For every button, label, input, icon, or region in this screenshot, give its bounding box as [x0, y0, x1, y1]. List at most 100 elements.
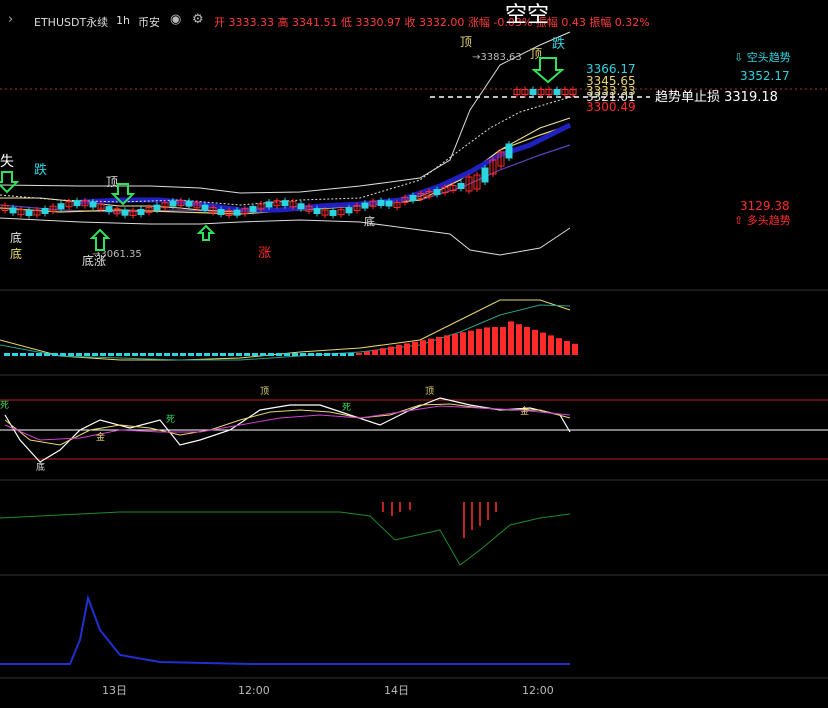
kdj-label: 死 — [342, 402, 351, 413]
macd-bar — [340, 353, 346, 356]
macd-bar — [444, 335, 450, 355]
macd-bar — [404, 343, 410, 355]
macd-bar — [500, 327, 506, 355]
macd-bar — [516, 324, 522, 355]
macd-bar — [148, 353, 154, 356]
bear-trend-label: ⇩ 空头趋势 — [734, 50, 791, 64]
macd-bar — [228, 353, 234, 356]
macd-bar — [52, 353, 58, 356]
label-die-top: 跌 — [552, 36, 565, 52]
macd-bar — [548, 335, 554, 355]
x-axis: 13日 12:00 14日 12:00 — [102, 684, 554, 697]
macd-bar — [540, 332, 546, 355]
label-high-marker: →3383.63 — [472, 52, 522, 63]
macd-bar — [292, 353, 298, 356]
x-axis-tick: 12:00 — [522, 684, 554, 697]
macd-bar — [300, 353, 306, 356]
macd-bar — [508, 321, 514, 355]
macd-bar — [20, 353, 26, 356]
candlestick-chart[interactable]: 空空 跌 顶 顶 →3383.63 跌 顶 底 底 底 涨 →3061.35 底… — [0, 0, 828, 708]
macd-bar — [388, 346, 394, 355]
label-zhang: 涨 — [258, 246, 271, 261]
macd-bar — [348, 353, 354, 356]
macd-bar — [84, 353, 90, 356]
label-cut-left: 失 — [0, 154, 14, 170]
macd-bar — [188, 353, 194, 356]
macd-bar — [116, 353, 122, 356]
macd-bar — [4, 353, 10, 356]
macd-bar — [164, 353, 170, 356]
label-dizhang: 底涨 — [82, 253, 106, 268]
macd-bar — [564, 341, 570, 355]
macd-bar — [324, 353, 330, 356]
signal-arrows — [0, 57, 565, 251]
bull-trend-value: 3129.38 — [740, 199, 790, 213]
macd-bar — [284, 353, 290, 356]
macd-bar — [204, 353, 210, 356]
label-di-mid: 底 — [364, 214, 375, 228]
ma-dotted-line — [0, 95, 576, 206]
macd-bar — [396, 345, 402, 355]
kdj-label: 死 — [166, 414, 175, 425]
macd-bar — [268, 353, 274, 356]
label-di-left1: 底 — [10, 230, 22, 245]
macd-bar — [260, 353, 266, 356]
kdj-label: 顶 — [425, 386, 434, 397]
candles-group — [1, 86, 577, 219]
macd-bar — [108, 353, 114, 356]
kdj-label: 死 — [0, 400, 9, 411]
macd-bar — [420, 340, 426, 355]
label-die-left: 跌 — [34, 162, 47, 178]
price-tag: 3300.49 — [586, 100, 636, 114]
kdj-label: 底 — [36, 461, 45, 473]
bull-trend-label: ⇧ 多头趋势 — [734, 213, 791, 227]
x-axis-tick: 14日 — [384, 684, 409, 697]
macd-bar — [524, 327, 530, 355]
price-tags: 3366.17 3345.65 3333.33 3321.01 3300.49 — [586, 62, 636, 114]
macd-bar — [68, 353, 74, 356]
macd-bar — [92, 353, 98, 356]
macd-bar — [532, 329, 538, 355]
macd-bar — [28, 353, 34, 356]
label-kongkong: 空空 — [505, 3, 549, 28]
macd-bar — [76, 353, 82, 356]
macd-bar — [36, 353, 42, 356]
macd-bar — [380, 348, 386, 355]
macd-bar — [316, 353, 322, 356]
label-ding-left: 顶 — [460, 35, 472, 49]
trend-panel: ⇩ 空头趋势 3352.17 3129.38 ⇧ 多头趋势 — [734, 50, 791, 227]
macd-bar — [428, 338, 434, 355]
macd-bar — [332, 353, 338, 356]
macd-bar — [436, 337, 442, 355]
macd-bar — [236, 353, 242, 356]
bear-trend-value: 3352.17 — [740, 69, 790, 83]
stop-loss-label: 趋势单止损 3319.18 — [655, 89, 778, 105]
main-labels: 空空 跌 顶 顶 →3383.63 跌 顶 底 底 底 涨 →3061.35 底… — [0, 3, 778, 268]
macd-bar — [180, 353, 186, 356]
macd-bar — [60, 353, 66, 356]
macd-bar — [572, 343, 578, 355]
macd-bar — [252, 353, 258, 356]
macd-bar — [372, 349, 378, 355]
macd-histogram — [4, 321, 578, 356]
macd-bar — [412, 341, 418, 355]
macd-bar — [276, 353, 282, 356]
arrow-up-icon — [196, 224, 216, 241]
macd-bar — [308, 353, 314, 356]
x-axis-tick: 13日 — [102, 684, 127, 697]
kdj-label: 金 — [96, 431, 105, 443]
macd-bar — [172, 353, 178, 356]
arrow-down-icon — [531, 57, 565, 84]
volume-spike-line — [0, 594, 570, 665]
macd-bar — [196, 353, 202, 356]
indicator-red-bars — [382, 502, 497, 538]
kdj-label: 顶 — [260, 386, 269, 397]
label-ding-mid: 顶 — [106, 175, 118, 189]
macd-bar — [100, 353, 106, 356]
macd-bar — [468, 330, 474, 355]
macd-bar — [132, 353, 138, 356]
macd-bar — [460, 332, 466, 355]
macd-bar — [484, 327, 490, 355]
macd-bar — [212, 353, 218, 356]
arrow-up-icon — [89, 228, 111, 251]
